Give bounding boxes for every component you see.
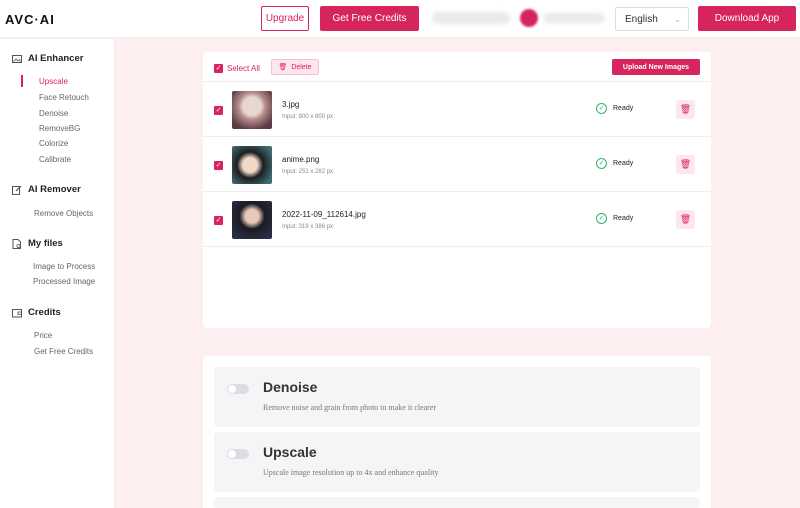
active-indicator: [21, 75, 23, 87]
logo[interactable]: AVC·AI: [5, 12, 55, 27]
blurred-username[interactable]: [543, 13, 605, 23]
wallet-icon: [12, 308, 22, 318]
upscale-toggle[interactable]: [227, 449, 249, 459]
sidebar-item-calibrate[interactable]: Calibrate: [39, 155, 71, 164]
option-description: Upscale image resolution up to 4x and en…: [263, 468, 439, 477]
avatar[interactable]: [520, 9, 538, 27]
file-checkbox[interactable]: ✓: [214, 161, 223, 170]
sidebar-item-denoise[interactable]: Denoise: [39, 109, 68, 118]
delete-label: Delete: [291, 63, 312, 71]
sidebar-item-removebg[interactable]: RemoveBG: [39, 124, 80, 133]
sidebar-item-face-retouch[interactable]: Face Retouch: [39, 93, 89, 102]
file-name: anime.png: [282, 155, 320, 164]
image-icon: [12, 54, 22, 64]
language-select[interactable]: English ⌄: [615, 7, 689, 31]
trash-icon: 🗑: [679, 214, 692, 224]
upload-toolbar: ✓ Select All 🗑 Delete Upload New Images: [203, 52, 711, 82]
delete-file-button[interactable]: 🗑: [676, 100, 695, 119]
sidebar: AI Enhancer Upscale Face Retouch Denoise…: [0, 39, 115, 508]
download-app-button[interactable]: Download App: [698, 6, 796, 31]
file-checkbox[interactable]: ✓: [214, 216, 223, 225]
sidebar-item-get-free-credits[interactable]: Get Free Credits: [34, 347, 93, 356]
option-description: Remove noise and grain from photo to mak…: [263, 403, 437, 412]
status-text: Ready: [613, 215, 634, 222]
file-thumbnail: [232, 146, 272, 184]
status-text: Ready: [613, 160, 634, 167]
file-name: 2022-11-09_112614.jpg: [282, 210, 366, 219]
sidebar-item-price[interactable]: Price: [34, 331, 52, 340]
get-free-credits-button[interactable]: Get Free Credits: [320, 6, 419, 31]
trash-icon: 🗑: [679, 159, 692, 169]
option-denoise: Denoise Remove noise and grain from phot…: [214, 367, 700, 427]
file-row: ✓ 3.jpg Input: 800 x 800 px ✓ Ready 🗑: [203, 82, 711, 137]
delete-button[interactable]: 🗑 Delete: [271, 59, 319, 75]
file-status: ✓ Ready: [596, 213, 633, 224]
file-name: 3.jpg: [282, 100, 300, 109]
sidebar-section-ai-enhancer[interactable]: AI Enhancer: [12, 53, 83, 64]
file-row: ✓ 2022-11-09_112614.jpg Input: 319 x 386…: [203, 192, 711, 247]
top-header: AVC·AI Upgrade Get Free Credits English …: [0, 0, 800, 38]
select-all-checkbox[interactable]: ✓: [214, 64, 223, 73]
files-icon: [12, 238, 22, 249]
trash-icon: 🗑: [278, 64, 288, 71]
sidebar-item-remove-objects[interactable]: Remove Objects: [34, 209, 93, 218]
upload-new-images-button[interactable]: Upload New Images: [612, 59, 700, 75]
edit-icon: [12, 185, 22, 195]
section-title: AI Enhancer: [28, 53, 84, 64]
toggle-knob: [228, 385, 236, 393]
file-input-size: Input: 319 x 386 px: [282, 224, 334, 230]
status-text: Ready: [613, 105, 634, 112]
file-checkbox[interactable]: ✓: [214, 106, 223, 115]
upgrade-button[interactable]: Upgrade: [261, 6, 309, 31]
file-row: ✓ anime.png Input: 251 x 282 px ✓ Ready …: [203, 137, 711, 192]
sidebar-section-credits[interactable]: Credits: [12, 307, 61, 318]
sidebar-item-image-to-process[interactable]: Image to Process: [33, 262, 95, 271]
section-title: Credits: [28, 307, 61, 318]
section-title: AI Remover: [28, 184, 81, 195]
check-circle-icon: ✓: [596, 103, 607, 114]
language-value: English: [625, 13, 658, 25]
file-thumbnail: [232, 91, 272, 129]
check-circle-icon: ✓: [596, 213, 607, 224]
sidebar-item-upscale[interactable]: Upscale: [39, 77, 68, 86]
option-next: [214, 497, 700, 508]
sidebar-section-my-files[interactable]: My files: [12, 238, 63, 249]
blurred-account-info: [432, 12, 510, 24]
file-thumbnail: [232, 201, 272, 239]
toggle-knob: [228, 450, 236, 458]
delete-file-button[interactable]: 🗑: [676, 210, 695, 229]
file-status: ✓ Ready: [596, 103, 633, 114]
enhance-options-panel: Denoise Remove noise and grain from phot…: [203, 356, 711, 508]
denoise-toggle[interactable]: [227, 384, 249, 394]
file-input-size: Input: 251 x 282 px: [282, 169, 334, 175]
file-input-size: Input: 800 x 800 px: [282, 114, 334, 120]
section-title: My files: [28, 238, 63, 249]
option-upscale: Upscale Upscale image resolution up to 4…: [214, 432, 700, 492]
sidebar-section-ai-remover[interactable]: AI Remover: [12, 184, 81, 195]
select-all-label[interactable]: Select All: [227, 64, 260, 73]
upload-card: ✓ Select All 🗑 Delete Upload New Images …: [203, 52, 711, 328]
option-title: Denoise: [263, 379, 318, 395]
file-status: ✓ Ready: [596, 158, 633, 169]
check-circle-icon: ✓: [596, 158, 607, 169]
sidebar-item-colorize[interactable]: Colorize: [39, 139, 68, 148]
delete-file-button[interactable]: 🗑: [676, 155, 695, 174]
trash-icon: 🗑: [679, 104, 692, 114]
sidebar-item-processed-image[interactable]: Processed Image: [33, 277, 95, 286]
option-title: Upscale: [263, 444, 317, 460]
chevron-down-icon: ⌄: [674, 15, 681, 24]
